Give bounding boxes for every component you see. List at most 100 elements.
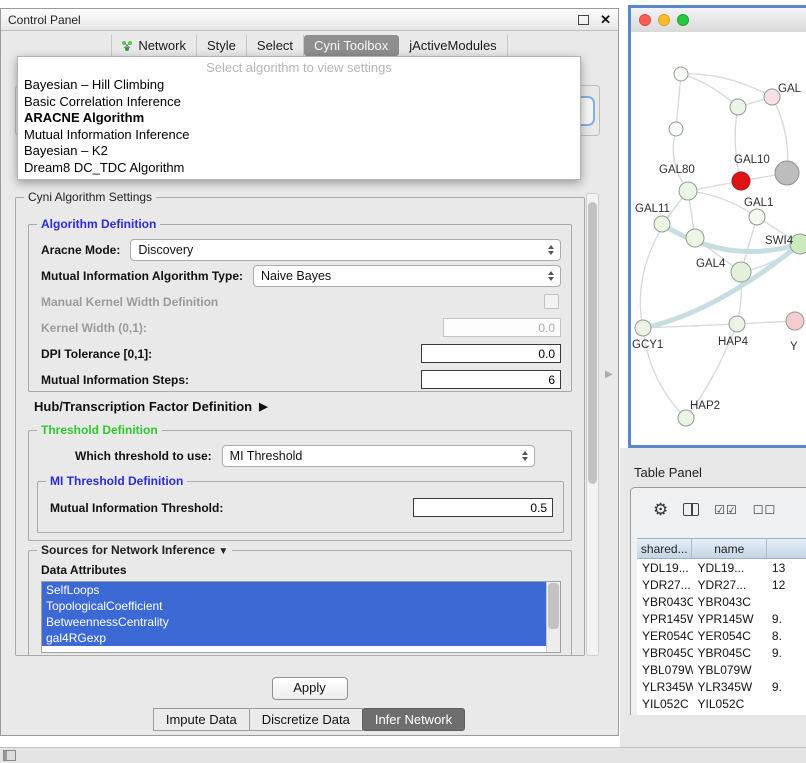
table-cell[interactable]: 8. [767,629,806,643]
algorithm-option[interactable]: Bayesian – K2 [18,143,580,160]
select-all-icon[interactable]: ☑☑ [714,503,738,517]
network-node[interactable] [732,172,750,190]
table-cell[interactable]: YIL052C [693,697,767,711]
tab-select[interactable]: Select [247,35,304,56]
table-row[interactable]: YLR345WYLR345W9. [637,678,806,695]
attribute-item[interactable]: gal4RGexp [42,630,547,646]
algorithm-option[interactable]: Mutual Information Inference [18,127,580,144]
table-row[interactable]: YPR145WYPR145W9. [637,610,806,627]
network-canvas[interactable]: GALGAL10GAL80GAL11GAL1SWI4GAL4GCY1HAP4YH… [631,32,806,445]
aracne-mode-label: Aracne Mode: [41,243,120,257]
table-row[interactable]: YBL079WYBL079W [637,661,806,678]
close-icon[interactable]: ✕ [600,13,611,26]
algorithm-option[interactable]: Dream8 DC_TDC Algorithm [18,160,580,177]
table-cell[interactable]: YBL079W [693,663,767,677]
attribute-item[interactable]: TopologicalCoefficient [42,598,547,614]
table-cell[interactable]: 13 [767,561,806,575]
table-cell[interactable]: YBR043C [637,595,693,609]
gear-icon[interactable]: ⚙ [653,501,668,518]
mac-minimize-icon[interactable] [658,14,670,26]
apply-button[interactable]: Apply [272,677,348,700]
scrollbar-thumb[interactable] [548,583,559,629]
table-row[interactable]: YER054CYER054C8. [637,627,806,644]
network-node[interactable] [731,262,751,282]
network-node[interactable] [678,410,694,426]
network-node[interactable] [635,320,651,336]
settings-scrollbar[interactable] [586,193,599,656]
attribute-item[interactable]: BetweennessCentrality [42,614,547,630]
table-row[interactable]: YDR27...YDR27...12 [637,576,806,593]
table-row[interactable]: YBR045CYBR045C9. [637,644,806,661]
table-cell[interactable]: YDR27... [693,578,767,592]
table-cell[interactable]: YDR27... [637,578,693,592]
network-node[interactable] [654,216,670,232]
splitpane-handle[interactable]: ▶ [605,369,613,380]
column-header-shared[interactable]: shared... [637,539,692,558]
mac-zoom-icon[interactable] [677,14,689,26]
network-edge [643,244,800,328]
network-node[interactable] [786,312,804,330]
column-header-name[interactable]: name [692,539,767,558]
network-node[interactable] [729,316,745,332]
network-node[interactable] [749,209,765,225]
list-scrollbar[interactable] [546,582,560,652]
table-cell[interactable]: 12 [767,578,806,592]
tab-cyni-toolbox[interactable]: Cyni Toolbox [304,35,399,56]
dpi-tolerance-field[interactable] [421,344,561,363]
column-header-extra[interactable] [767,539,806,558]
table-cell[interactable]: YBL079W [637,663,693,677]
tab-style[interactable]: Style [197,35,247,56]
network-node[interactable] [775,161,799,185]
sources-legend[interactable]: Sources for Network Inference ▼ [37,543,232,557]
scrollbar-thumb[interactable] [588,202,597,484]
panel-toggle-icon[interactable] [3,750,16,761]
float-panel-icon[interactable] [578,15,589,25]
deselect-all-icon[interactable]: ☐☐ [753,503,777,517]
tab-discretize-data[interactable]: Discretize Data [249,708,363,731]
table-cell[interactable]: 9. [767,680,806,694]
mi-threshold-label: Mutual Information Threshold: [50,501,223,515]
tab-infer-network[interactable]: Infer Network [362,708,465,731]
mi-threshold-field[interactable] [413,498,553,517]
table-cell[interactable]: YER054C [693,629,767,643]
which-threshold-select[interactable]: MI Threshold [222,445,535,467]
table-row[interactable]: YDL19...YDL19...13 [637,559,806,576]
network-node[interactable] [674,67,688,81]
group-legend: Algorithm Definition [37,217,160,231]
network-node[interactable] [730,99,746,115]
tab-impute-data[interactable]: Impute Data [153,708,250,731]
table-cell[interactable]: YDL19... [637,561,693,575]
algorithm-option[interactable]: Bayesian – Hill Climbing [18,77,580,94]
mi-steps-field[interactable] [421,370,561,389]
columns-icon[interactable] [683,503,699,516]
algorithm-option[interactable]: Basic Correlation Inference [18,94,580,111]
table-cell[interactable]: YLR345W [693,680,767,694]
network-node[interactable] [669,122,683,136]
table-cell[interactable]: YIL052C [637,697,693,711]
algorithm-option-selected[interactable]: ARACNE Algorithm [18,110,580,127]
control-panel-tabs: Network Style Select Cyni Toolbox jActiv… [1,35,618,56]
tab-jactivemodules[interactable]: jActiveModules [399,35,507,56]
table-cell[interactable]: YPR145W [637,612,693,626]
table-cell[interactable]: 9. [767,612,806,626]
aracne-mode-select[interactable]: Discovery [130,239,561,261]
table-cell[interactable]: YPR145W [693,612,767,626]
attribute-item[interactable]: SelfLoops [42,582,547,598]
table-cell[interactable]: 9. [767,646,806,660]
network-node[interactable] [686,229,704,247]
table-row[interactable]: YIL052CYIL052C [637,695,806,712]
table-cell[interactable]: YBR043C [693,595,767,609]
table-row[interactable]: YBR043CYBR043C [637,593,806,610]
table-cell[interactable]: YBR045C [637,646,693,660]
table-cell[interactable]: YDL19... [693,561,767,575]
table-cell[interactable]: YBR045C [693,646,767,660]
table-cell[interactable]: YER054C [637,629,693,643]
tab-network[interactable]: Network [111,35,197,56]
mac-close-icon[interactable] [639,14,651,26]
table-cell[interactable]: YLR345W [637,680,693,694]
network-node[interactable] [679,182,697,200]
hub-transcription-factor-section[interactable]: Hub/Transcription Factor Definition ▶ [34,399,268,414]
mi-type-select[interactable]: Naive Bayes [253,265,561,287]
network-node-label: GAL [778,83,802,95]
panel-title: Control Panel [8,13,81,27]
